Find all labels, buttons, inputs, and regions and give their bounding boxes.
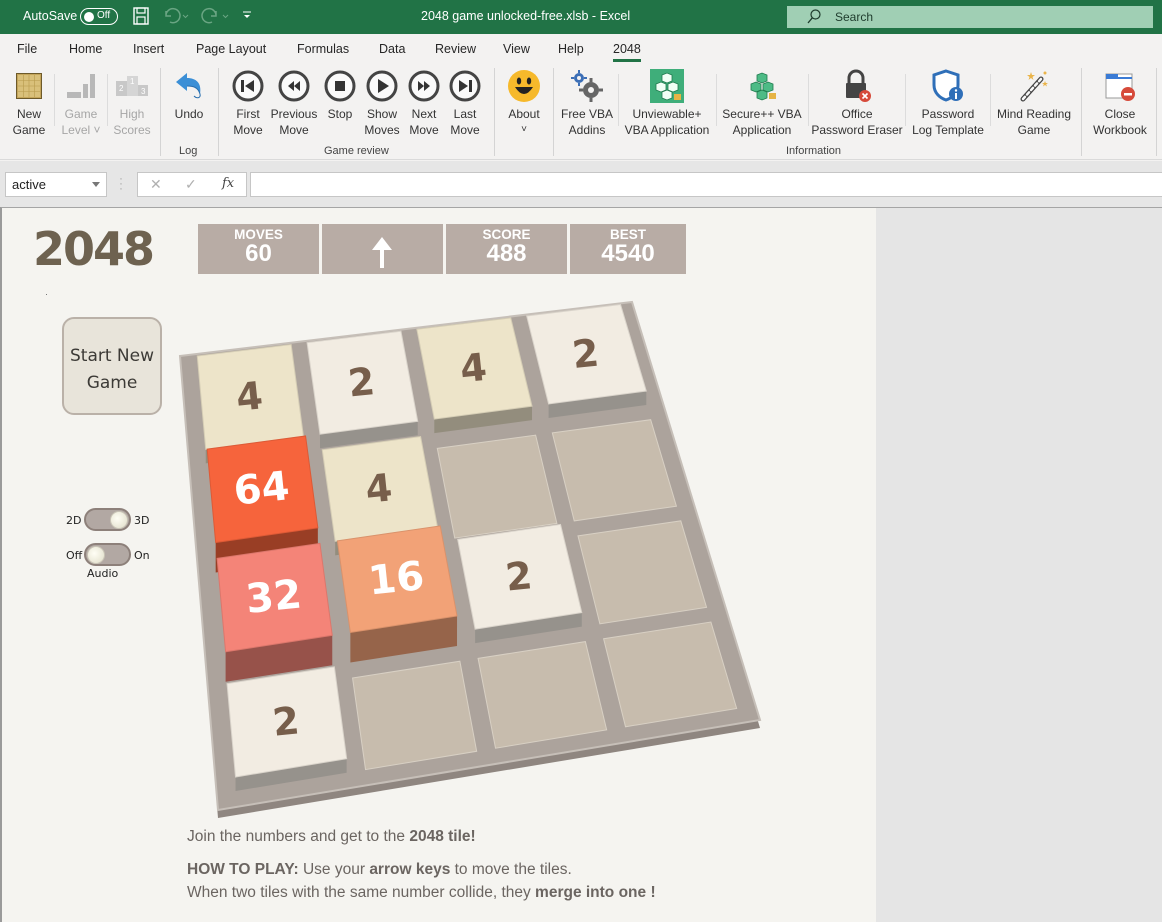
password-log-template-button[interactable]: Password Log Template xyxy=(909,66,987,138)
mind-reading-label-1: Mind Reading xyxy=(996,107,1072,121)
empty-cell xyxy=(351,660,478,771)
divider xyxy=(990,74,991,126)
empty-cell xyxy=(436,434,558,539)
merge-text: When two tiles with the same number coll… xyxy=(187,884,656,902)
tile-value: 16 xyxy=(366,553,426,605)
intro-text: Join the numbers and get to the 2048 til… xyxy=(187,828,476,846)
howto-text: HOW TO PLAY: Use your arrow keys to move… xyxy=(187,861,572,879)
tile-value: 2 xyxy=(570,331,601,378)
game-board[interactable]: 4 2 4 2 64 4 32 16 2 2 xyxy=(0,0,876,922)
mind-reading-label-2: Game xyxy=(1017,123,1051,137)
merge-t1: When two tiles with the same number coll… xyxy=(187,884,536,901)
intro-plain: Join the numbers and get to the xyxy=(187,828,410,845)
tile-value: 2 xyxy=(270,698,301,745)
excel-window: AutoSave Off 2048 game unlocked-free.xls… xyxy=(0,0,1162,922)
tile-value: 4 xyxy=(458,345,489,392)
howto-bold: arrow keys xyxy=(369,861,451,878)
mind-reading-game-button[interactable]: Mind Reading Game xyxy=(993,66,1075,138)
pw-log-label-2: Log Template xyxy=(912,123,984,137)
tile-value: 4 xyxy=(234,373,265,420)
tile-value: 64 xyxy=(231,463,291,515)
merge-bold: merge into one ! xyxy=(535,884,656,901)
worksheet-gray-area xyxy=(876,207,1162,922)
close-workbook-icon xyxy=(1105,73,1135,101)
howto-label: HOW TO PLAY: xyxy=(187,861,299,878)
tile-value: 2 xyxy=(503,553,534,600)
tile-value: 2 xyxy=(346,359,377,406)
close-workbook-button[interactable]: Close Workbook xyxy=(1088,66,1152,138)
pw-log-label-1: Password xyxy=(921,107,975,121)
intro-bold: 2048 tile! xyxy=(409,828,476,845)
howto-t1: Use your xyxy=(298,861,370,878)
divider xyxy=(1156,68,1157,156)
tile-value: 32 xyxy=(244,571,304,623)
divider xyxy=(1081,68,1082,156)
magic-wand-icon xyxy=(1020,71,1048,102)
howto-t2: to move the tiles. xyxy=(450,861,572,878)
divider xyxy=(905,74,906,126)
shield-info-icon xyxy=(932,69,963,102)
close-wb-label-1: Close xyxy=(1104,107,1136,121)
tile-value: 4 xyxy=(363,465,394,512)
close-wb-label-2: Workbook xyxy=(1093,123,1147,137)
empty-cell xyxy=(477,641,608,749)
